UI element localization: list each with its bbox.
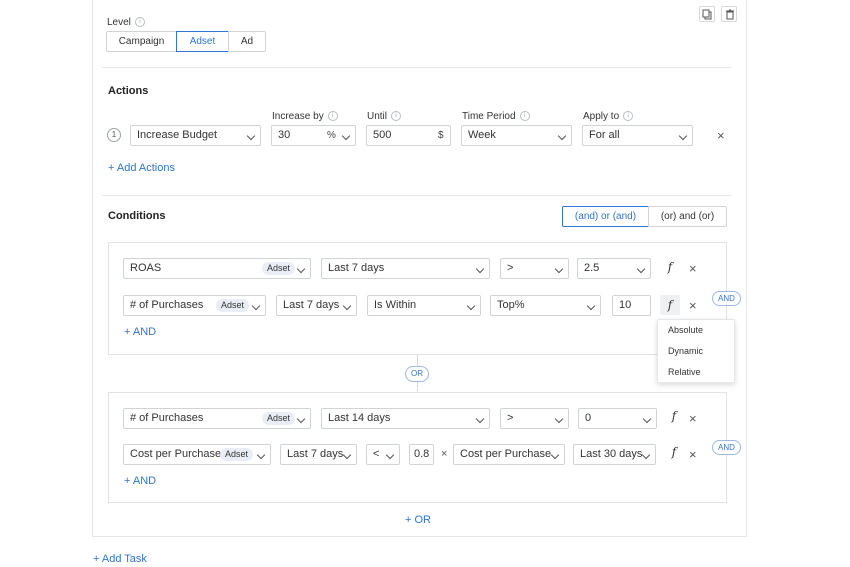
period-select[interactable]: Last 7 days xyxy=(280,444,357,465)
level-badge: Adset xyxy=(262,412,296,425)
level-label: Level i xyxy=(107,17,145,28)
time-period-select[interactable]: Week xyxy=(461,125,572,146)
remove-condition-icon[interactable]: × xyxy=(689,412,697,425)
level-badge: Adset xyxy=(216,299,250,312)
chevron-down-icon xyxy=(256,450,266,460)
info-icon: i xyxy=(623,111,634,122)
chevron-down-icon xyxy=(550,450,560,460)
chevron-down-icon xyxy=(586,301,596,311)
remove-condition-icon[interactable]: × xyxy=(689,299,697,312)
level-badge: Adset xyxy=(262,262,296,275)
compare-select[interactable]: Top% xyxy=(490,295,601,316)
conditions-title: Conditions xyxy=(108,210,166,222)
add-and-link[interactable]: + AND xyxy=(124,326,156,338)
divider xyxy=(102,195,732,196)
metric-select[interactable]: # of Purchases Adset xyxy=(123,408,311,429)
multiply-icon: × xyxy=(441,448,448,460)
metric-select[interactable]: Cost per Purchase Adset xyxy=(123,444,271,465)
increase-by-label: Increase by i xyxy=(272,111,338,122)
remove-condition-icon[interactable]: × xyxy=(689,262,697,275)
compare-metric-select[interactable]: Cost per Purchase xyxy=(453,444,565,465)
level-adset-button[interactable]: Adset xyxy=(176,31,229,52)
chevron-down-icon xyxy=(557,131,567,141)
function-icon[interactable]: f xyxy=(662,260,678,276)
value-input[interactable]: 10 xyxy=(612,295,651,316)
action-number: 1 xyxy=(107,128,121,142)
chevron-down-icon xyxy=(678,131,688,141)
chevron-down-icon xyxy=(636,264,646,274)
time-period-label: Time Period i xyxy=(462,111,530,122)
menu-item-dynamic[interactable]: Dynamic xyxy=(658,341,734,362)
chevron-down-icon xyxy=(385,450,395,460)
chevron-down-icon xyxy=(475,264,485,274)
value-input[interactable]: 0 xyxy=(578,408,657,429)
info-icon: i xyxy=(327,111,338,122)
dollar-unit: $ xyxy=(438,130,444,141)
chevron-down-icon xyxy=(554,264,564,274)
add-task-link[interactable]: + Add Task xyxy=(93,553,147,565)
chevron-down-icon xyxy=(466,301,476,311)
actions-title: Actions xyxy=(108,85,149,97)
remove-condition-icon[interactable]: × xyxy=(689,448,697,461)
add-actions-link[interactable]: + Add Actions xyxy=(108,162,175,174)
action-select[interactable]: Increase Budget xyxy=(130,125,261,146)
operator-select[interactable]: Is Within xyxy=(367,295,481,316)
operator-select[interactable]: < xyxy=(366,444,400,465)
apply-to-select[interactable]: For all xyxy=(582,125,693,146)
chevron-down-icon xyxy=(341,131,351,141)
chevron-down-icon xyxy=(296,264,306,274)
percent-unit: % xyxy=(327,130,336,141)
chevron-down-icon xyxy=(554,414,564,424)
value-input[interactable]: 2.5 xyxy=(577,258,651,279)
function-icon[interactable]: f xyxy=(660,295,680,315)
metric-select[interactable]: ROAS Adset xyxy=(123,258,311,279)
and-pill[interactable]: AND xyxy=(712,291,741,306)
info-icon: i xyxy=(519,111,530,122)
info-icon: i xyxy=(391,111,402,122)
chevron-down-icon xyxy=(246,131,256,141)
function-icon[interactable]: f xyxy=(666,445,682,461)
menu-item-relative[interactable]: Relative xyxy=(658,362,734,383)
delete-button[interactable] xyxy=(721,6,737,22)
chevron-down-icon xyxy=(296,414,306,424)
divider xyxy=(102,67,732,68)
period-select[interactable]: Last 7 days xyxy=(276,295,357,316)
copy-button[interactable] xyxy=(699,6,715,22)
chevron-down-icon xyxy=(342,301,352,311)
and-pill[interactable]: AND xyxy=(712,440,741,455)
remove-action-icon[interactable]: × xyxy=(717,129,725,142)
period-select[interactable]: Last 7 days xyxy=(321,258,490,279)
level-campaign-button[interactable]: Campaign xyxy=(106,31,177,52)
info-icon: i xyxy=(134,17,145,28)
until-label: Until i xyxy=(367,111,402,122)
operator-select[interactable]: > xyxy=(500,258,569,279)
increase-by-input[interactable]: 30% xyxy=(271,125,356,146)
compare-period-select[interactable]: Last 30 days xyxy=(573,444,656,465)
add-or-link[interactable]: + OR xyxy=(405,514,431,526)
trash-icon xyxy=(726,9,734,20)
chevron-down-icon xyxy=(342,450,352,460)
metric-select[interactable]: # of Purchases Adset xyxy=(123,295,266,316)
copy-icon xyxy=(702,9,712,20)
chevron-down-icon xyxy=(641,450,651,460)
add-and-link[interactable]: + AND xyxy=(124,475,156,487)
operator-select[interactable]: > xyxy=(500,408,569,429)
period-select[interactable]: Last 14 days xyxy=(321,408,490,429)
function-type-menu: Absolute Dynamic Relative xyxy=(657,319,735,383)
menu-item-absolute[interactable]: Absolute xyxy=(658,320,734,341)
level-ad-button[interactable]: Ad xyxy=(228,31,266,52)
function-icon[interactable]: f xyxy=(666,409,682,425)
apply-to-label: Apply to i xyxy=(583,111,634,122)
chevron-down-icon xyxy=(251,301,261,311)
or-pill[interactable]: OR xyxy=(405,366,429,382)
value-input[interactable]: 0.8 xyxy=(409,444,434,465)
until-input[interactable]: 500 $ xyxy=(366,125,451,146)
level-badge: Adset xyxy=(220,448,254,461)
logic-and-or-toggle[interactable]: (and) or (and) xyxy=(562,206,649,227)
logic-or-and-toggle[interactable]: (or) and (or) xyxy=(648,206,727,227)
chevron-down-icon xyxy=(642,414,652,424)
chevron-down-icon xyxy=(475,414,485,424)
